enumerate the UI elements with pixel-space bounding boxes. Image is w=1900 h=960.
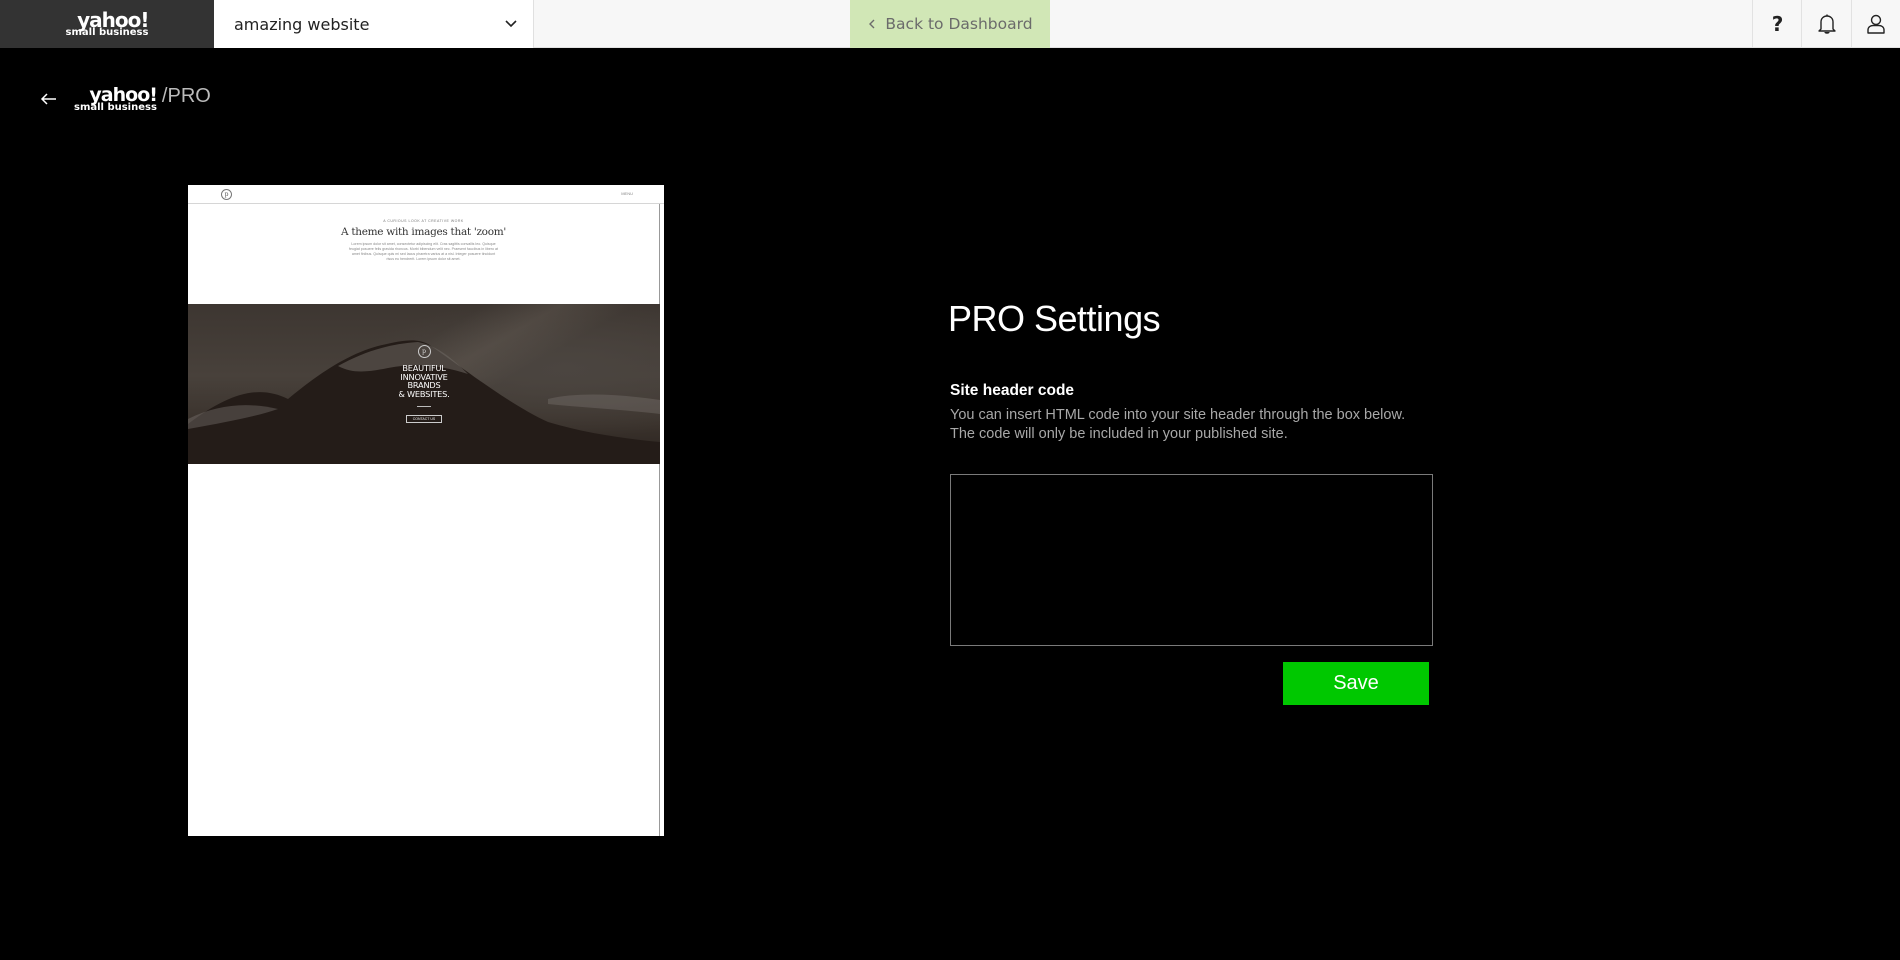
site-selector-dropdown[interactable]: amazing website (214, 0, 534, 48)
pro-label: /PRO (161, 84, 211, 107)
preview-title: A theme with images that 'zoom' (341, 226, 506, 238)
preview-hero-divider (417, 406, 431, 408)
site-preview: p MENU A CURIOUS LOOK AT CREATIVE WORK A… (188, 185, 664, 836)
save-button[interactable]: Save (1283, 662, 1429, 705)
help-icon: ? (1771, 12, 1784, 36)
site-header-code-input[interactable] (950, 474, 1433, 646)
preview-hero: p BEAUTIFUL INNOVATIVE BRANDS & WEBSITES… (188, 304, 660, 464)
logo-subtitle: small business (65, 27, 149, 38)
preview-menu-label: MENU (621, 191, 633, 196)
back-to-dashboard-button[interactable]: Back to Dashboard (850, 0, 1050, 48)
preview-hero-logo-icon: p (417, 345, 431, 358)
user-icon (1867, 14, 1885, 34)
account-button[interactable] (1851, 0, 1900, 48)
site-header-code-label: Site header code (950, 382, 1075, 399)
pro-subheader: yahoo! small business /PRO (38, 84, 211, 114)
back-to-dashboard-label: Back to Dashboard (885, 15, 1033, 33)
preview-intro: A CURIOUS LOOK AT CREATIVE WORK A theme … (188, 204, 659, 284)
preview-nav: p MENU (188, 185, 664, 204)
help-text-line: The code will only be included in your p… (950, 426, 1288, 442)
page-title: PRO Settings (948, 298, 1161, 339)
preview-kicker: A CURIOUS LOOK AT CREATIVE WORK (383, 219, 464, 223)
preview-frame: A CURIOUS LOOK AT CREATIVE WORK A theme … (188, 204, 660, 836)
preview-hero-content: p BEAUTIFUL INNOVATIVE BRANDS & WEBSITES… (188, 345, 660, 425)
preview-logo-icon: p (221, 189, 232, 200)
site-selector-value: amazing website (234, 14, 370, 34)
yahoo-small-business-logo: yahoo! small business (74, 85, 158, 113)
help-text-line: You can insert HTML code into your site … (950, 407, 1406, 423)
top-bar: yahoo! small business amazing website Ba… (0, 0, 1900, 48)
notifications-button[interactable] (1801, 0, 1851, 48)
preview-body: Lorem ipsum dolor sit amet, consectetur … (348, 242, 499, 261)
help-button[interactable]: ? (1752, 0, 1802, 48)
chevron-left-icon (869, 19, 875, 29)
chevron-down-icon (505, 20, 517, 28)
headline-line: & WEBSITES. (398, 388, 450, 399)
logo-subtitle: small business (74, 101, 157, 113)
preview-hero-headline: BEAUTIFUL INNOVATIVE BRANDS & WEBSITES. (188, 364, 660, 398)
bell-icon (1817, 14, 1836, 34)
yahoo-small-business-logo[interactable]: yahoo! small business (0, 0, 214, 48)
arrow-left-icon[interactable] (38, 88, 60, 110)
site-header-code-help: You can insert HTML code into your site … (950, 406, 1450, 444)
preview-contact-button: CONTACT US (405, 415, 443, 424)
